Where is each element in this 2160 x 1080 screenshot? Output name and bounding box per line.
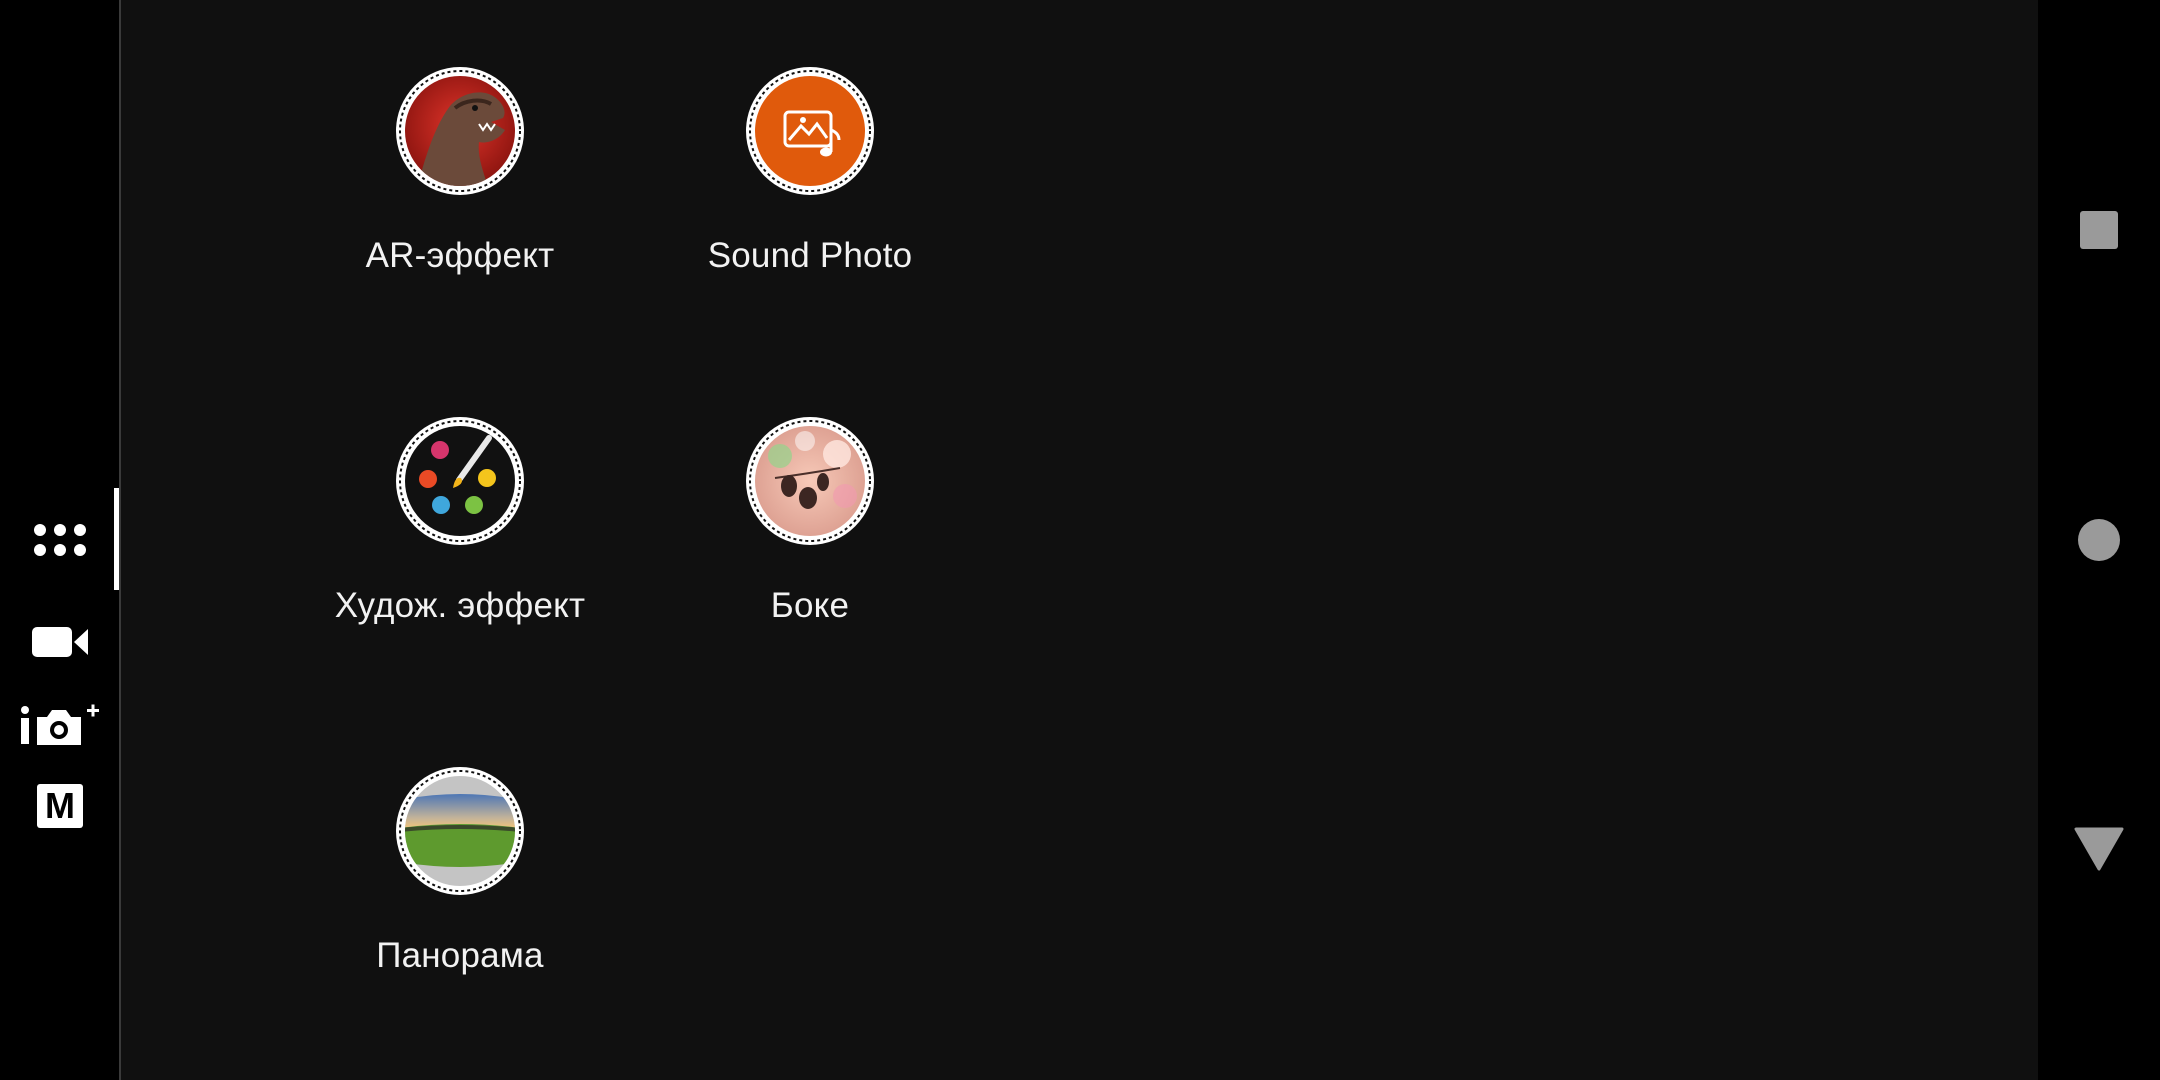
manual-mode-letter: M [45, 785, 75, 826]
panorama-icon [396, 767, 524, 895]
bokeh-icon [746, 417, 874, 545]
manual-mode-button[interactable]: M [0, 776, 120, 836]
home-icon [2078, 519, 2120, 561]
superior-auto-button[interactable] [0, 694, 120, 754]
dinosaur-icon [396, 67, 524, 195]
mode-bokeh[interactable]: Боке [635, 416, 985, 676]
mode-rail: M [0, 0, 120, 1080]
camera-apps-grid: AR-эффект Sound Photo Худож. эффект Боке… [121, 0, 2038, 1080]
recents-button[interactable] [2038, 170, 2160, 290]
mode-panorama[interactable]: Панорама [285, 766, 635, 1026]
apps-grid-icon [34, 524, 86, 556]
video-camera-icon [32, 627, 88, 657]
home-button[interactable] [2038, 480, 2160, 600]
manual-mode-icon: M [37, 784, 83, 828]
mode-label: AR-эффект [365, 236, 555, 275]
recents-icon [2080, 211, 2118, 249]
back-button[interactable] [2038, 789, 2160, 909]
superior-auto-camera-icon [21, 704, 99, 745]
mode-label: Боке [770, 586, 850, 625]
sound-photo-icon [746, 67, 874, 195]
mode-label: Sound Photo [707, 236, 913, 275]
apps-grid-button[interactable] [0, 505, 120, 575]
mode-art-effect[interactable]: Худож. эффект [285, 416, 635, 676]
system-nav-bar [2038, 0, 2160, 1080]
back-icon [2074, 827, 2124, 871]
mode-sound-photo[interactable]: Sound Photo [635, 66, 985, 326]
mode-ar-effect[interactable]: AR-эффект [285, 66, 635, 326]
mode-label: Худож. эффект [334, 586, 586, 625]
mode-label: Панорама [376, 936, 544, 975]
video-mode-button[interactable] [0, 612, 120, 672]
palette-icon [396, 417, 524, 545]
